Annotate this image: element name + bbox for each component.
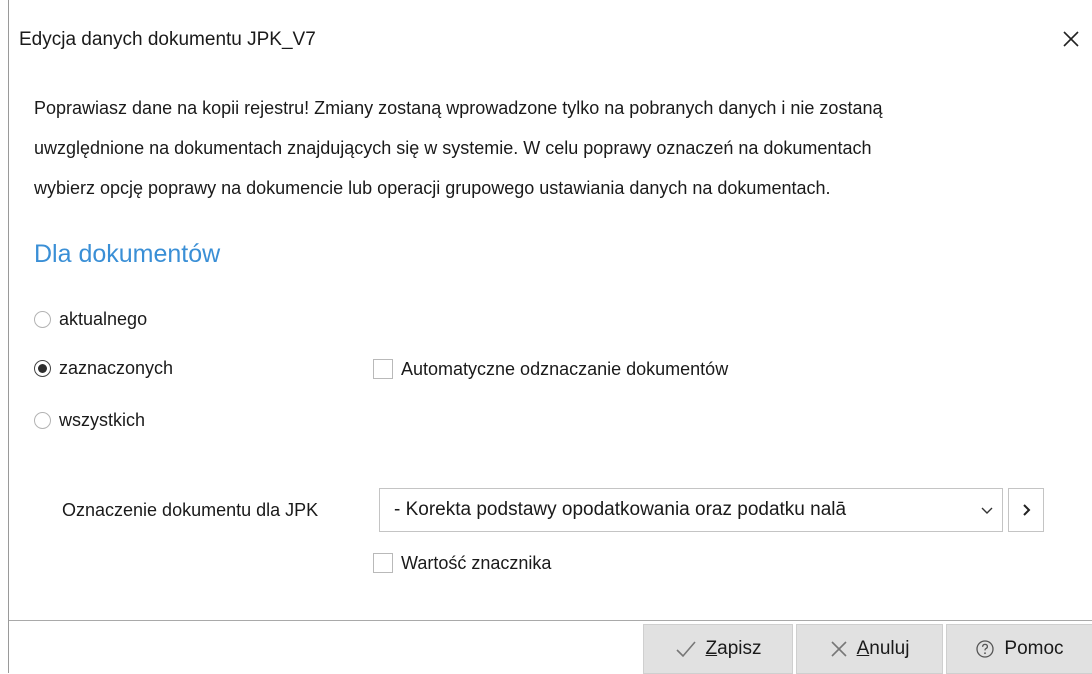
radio-dot — [38, 363, 47, 373]
auto-uncheck-checkbox[interactable]: Automatyczne odznaczanie dokumentów — [373, 355, 728, 383]
section-title: Dla dokumentów — [34, 240, 221, 268]
close-icon — [830, 640, 848, 658]
radio-label: wszystkich — [59, 409, 146, 430]
radio-all[interactable]: wszystkich — [34, 406, 145, 434]
radio-circle[interactable] — [34, 310, 51, 328]
close-icon — [1063, 31, 1079, 47]
checkbox-box[interactable] — [373, 359, 393, 379]
info-message: Poprawiasz dane na kopii rejestru! Zmian… — [34, 88, 1074, 208]
chevron-down-icon — [981, 507, 993, 514]
info-line-3: wybierz opcję poprawy na dokumencie lub … — [34, 178, 831, 198]
info-line-2: uwzględnione na dokumentach znajdujących… — [34, 138, 872, 158]
cancel-button[interactable]: Anuluj — [796, 624, 943, 674]
help-button[interactable]: Pomoc — [946, 624, 1092, 674]
dialog-window: Edycja danych dokumentu JPK_V7 Poprawias… — [8, 0, 1092, 674]
cancel-label-mnemonic: A — [856, 638, 870, 659]
save-label-rest: apisz — [717, 638, 762, 659]
window-title: Edycja danych dokumentu JPK_V7 — [19, 29, 316, 50]
flag-value-checkbox[interactable]: Wartość znacznika — [373, 549, 551, 577]
checkbox-box[interactable] — [373, 553, 393, 573]
cancel-label-rest: nuluj — [869, 638, 910, 659]
help-label: Pomoc — [1004, 638, 1064, 659]
info-line-1: Poprawiasz dane na kopii rejestru! Zmian… — [34, 98, 883, 118]
radio-selected[interactable]: zaznaczonych — [34, 354, 173, 382]
save-label: Zapisz — [706, 638, 762, 660]
button-bar: Zapisz Anuluj Pomoc — [9, 620, 1092, 674]
chevron-right-icon — [1023, 504, 1031, 516]
select-value: - Korekta podstawy opodatkowania oraz po… — [394, 499, 847, 520]
save-button[interactable]: Zapisz — [643, 624, 793, 674]
radio-circle[interactable] — [34, 359, 51, 377]
jpk-designation-select[interactable]: - Korekta podstawy opodatkowania oraz po… — [379, 488, 1003, 532]
details-button[interactable] — [1008, 488, 1044, 532]
save-label-mnemonic: Z — [705, 638, 718, 659]
dropdown-button[interactable] — [972, 489, 1002, 531]
radio-label: aktualnego — [59, 308, 148, 329]
checkbox-label: Automatyczne odznaczanie dokumentów — [401, 358, 729, 379]
radio-current[interactable]: aktualnego — [34, 305, 147, 333]
cancel-label: Anuluj — [857, 638, 910, 660]
title-bar: Edycja danych dokumentu JPK_V7 — [9, 0, 1092, 78]
help-circle-icon — [975, 639, 995, 659]
radio-circle[interactable] — [34, 411, 51, 429]
checkbox-label: Wartość znacznika — [401, 552, 552, 573]
radio-label: zaznaczonych — [59, 357, 174, 378]
close-button[interactable] — [1056, 24, 1086, 54]
check-icon — [675, 640, 697, 658]
jpk-field-label: Oznaczenie dokumentu dla JPK — [62, 500, 319, 520]
